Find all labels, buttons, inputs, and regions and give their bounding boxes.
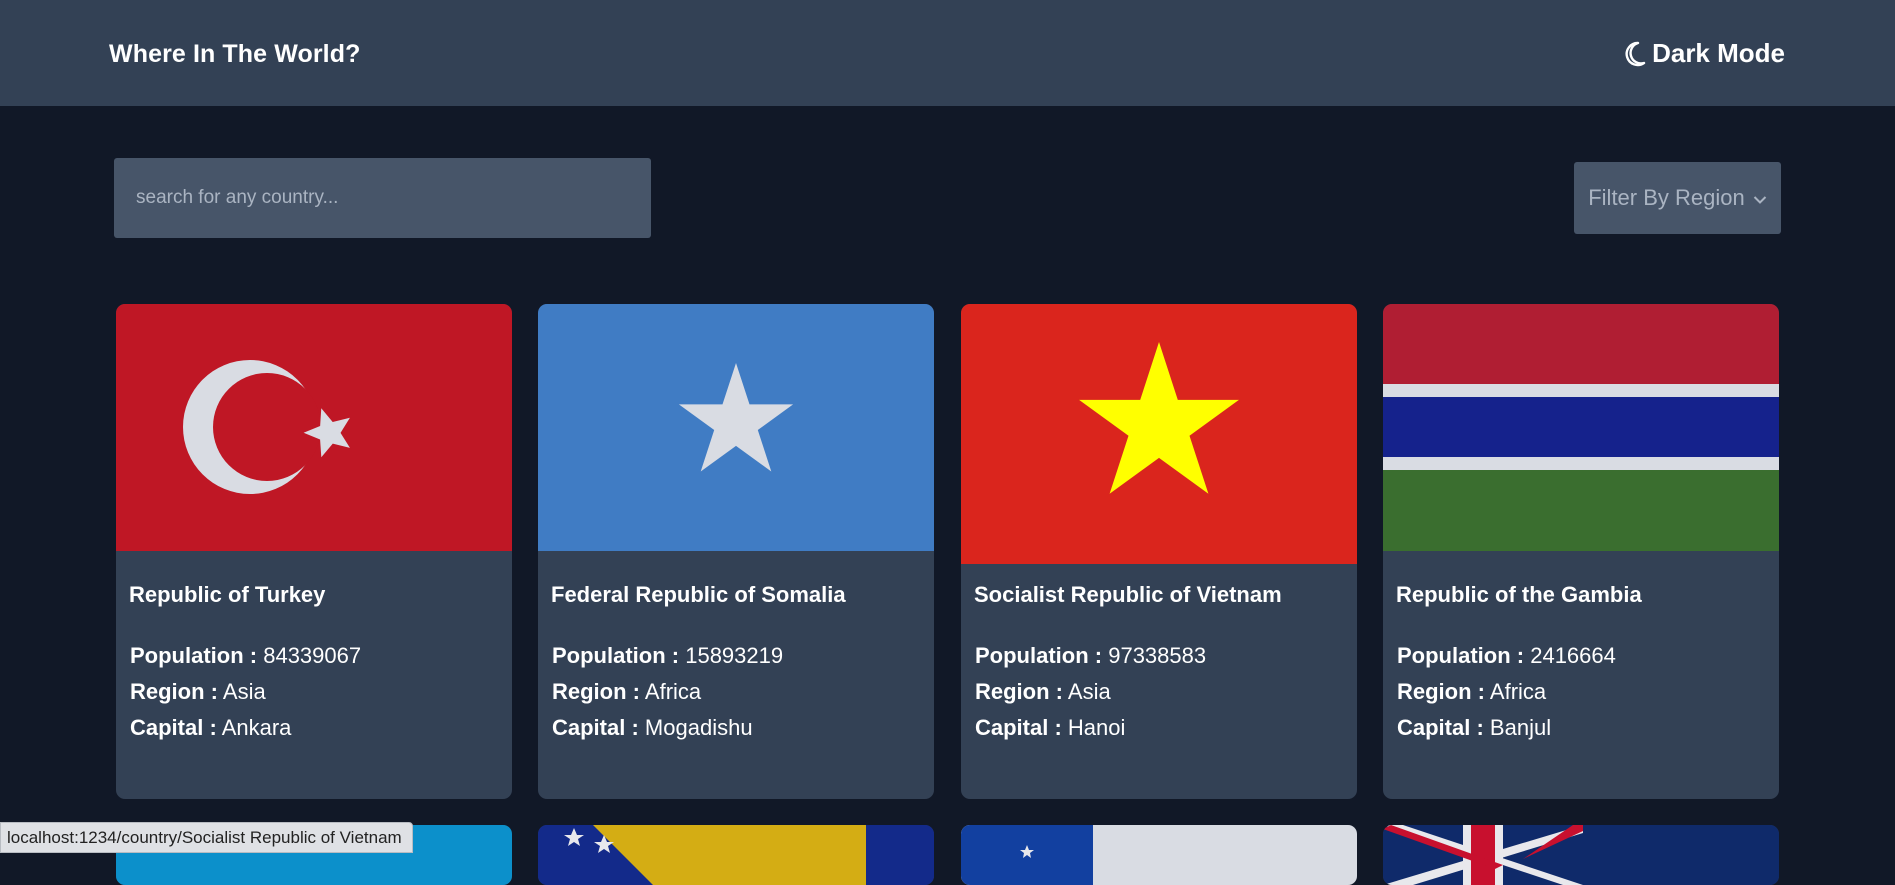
region-row: Region : Asia bbox=[130, 679, 266, 705]
region-filter-dropdown[interactable]: Filter By Region bbox=[1574, 162, 1781, 234]
capital-value: Hanoi bbox=[1067, 715, 1126, 740]
region-value: Africa bbox=[644, 679, 702, 704]
country-card[interactable] bbox=[961, 825, 1357, 885]
search-input[interactable] bbox=[134, 186, 651, 210]
bosnia-flag bbox=[538, 825, 934, 885]
region-value: Asia bbox=[1067, 679, 1111, 704]
vietnam-flag bbox=[961, 304, 1357, 564]
capital-value: Ankara bbox=[221, 715, 292, 740]
region-row: Region : Asia bbox=[975, 679, 1111, 705]
country-card[interactable] bbox=[1383, 825, 1779, 885]
region-value: Asia bbox=[222, 679, 266, 704]
country-name: Republic of the Gambia bbox=[1396, 582, 1642, 607]
header: Where In The World? Dark Mode bbox=[0, 0, 1895, 106]
population-value: 2416664 bbox=[1530, 643, 1616, 668]
capital-row: Capital : Hanoi bbox=[975, 715, 1125, 741]
theme-toggle-label: Dark Mode bbox=[1652, 38, 1785, 68]
app-title: Where In The World? bbox=[109, 40, 361, 68]
country-name: Republic of Turkey bbox=[129, 582, 326, 607]
country-card[interactable]: Federal Republic of Somalia Population :… bbox=[538, 304, 934, 799]
status-bar-url: localhost:1234/country/Socialist Republi… bbox=[0, 822, 413, 853]
population-label: Population : bbox=[975, 643, 1103, 668]
capital-label: Capital : bbox=[975, 715, 1062, 740]
population-label: Population : bbox=[1397, 643, 1525, 668]
capital-label: Capital : bbox=[130, 715, 217, 740]
region-row: Region : Africa bbox=[1397, 679, 1546, 705]
region-label: Region : bbox=[552, 679, 640, 704]
capital-label: Capital : bbox=[552, 715, 639, 740]
country-name: Federal Republic of Somalia bbox=[551, 582, 846, 607]
somalia-flag bbox=[538, 304, 934, 551]
capital-row: Capital : Ankara bbox=[130, 715, 291, 741]
population-label: Population : bbox=[552, 643, 680, 668]
country-card[interactable]: Republic of the Gambia Population : 2416… bbox=[1383, 304, 1779, 799]
australia-flag bbox=[1383, 825, 1779, 885]
population-value: 84339067 bbox=[263, 643, 362, 668]
country-card[interactable] bbox=[538, 825, 934, 885]
region-row: Region : Africa bbox=[552, 679, 701, 705]
theme-toggle-button[interactable]: Dark Mode bbox=[1624, 38, 1785, 69]
chevron-down-icon bbox=[1753, 185, 1767, 211]
population-label: Population : bbox=[130, 643, 258, 668]
search-box[interactable] bbox=[114, 158, 651, 238]
flag-partial bbox=[961, 825, 1357, 885]
population-value: 15893219 bbox=[685, 643, 784, 668]
capital-value: Banjul bbox=[1489, 715, 1552, 740]
population-row: Population : 15893219 bbox=[552, 643, 783, 669]
population-value: 97338583 bbox=[1108, 643, 1207, 668]
region-value: Africa bbox=[1489, 679, 1547, 704]
gambia-flag bbox=[1383, 304, 1779, 551]
turkey-flag bbox=[116, 304, 512, 551]
capital-value: Mogadishu bbox=[644, 715, 753, 740]
region-label: Region : bbox=[975, 679, 1063, 704]
population-row: Population : 97338583 bbox=[975, 643, 1206, 669]
population-row: Population : 2416664 bbox=[1397, 643, 1616, 669]
country-card[interactable]: Republic of Turkey Population : 84339067… bbox=[116, 304, 512, 799]
filter-label: Filter By Region bbox=[1588, 185, 1745, 210]
capital-row: Capital : Banjul bbox=[1397, 715, 1551, 741]
region-label: Region : bbox=[1397, 679, 1485, 704]
country-name: Socialist Republic of Vietnam bbox=[974, 582, 1282, 607]
country-card[interactable]: Socialist Republic of Vietnam Population… bbox=[961, 304, 1357, 799]
capital-label: Capital : bbox=[1397, 715, 1484, 740]
capital-row: Capital : Mogadishu bbox=[552, 715, 753, 741]
moon-icon bbox=[1624, 41, 1646, 67]
population-row: Population : 84339067 bbox=[130, 643, 361, 669]
region-label: Region : bbox=[130, 679, 218, 704]
